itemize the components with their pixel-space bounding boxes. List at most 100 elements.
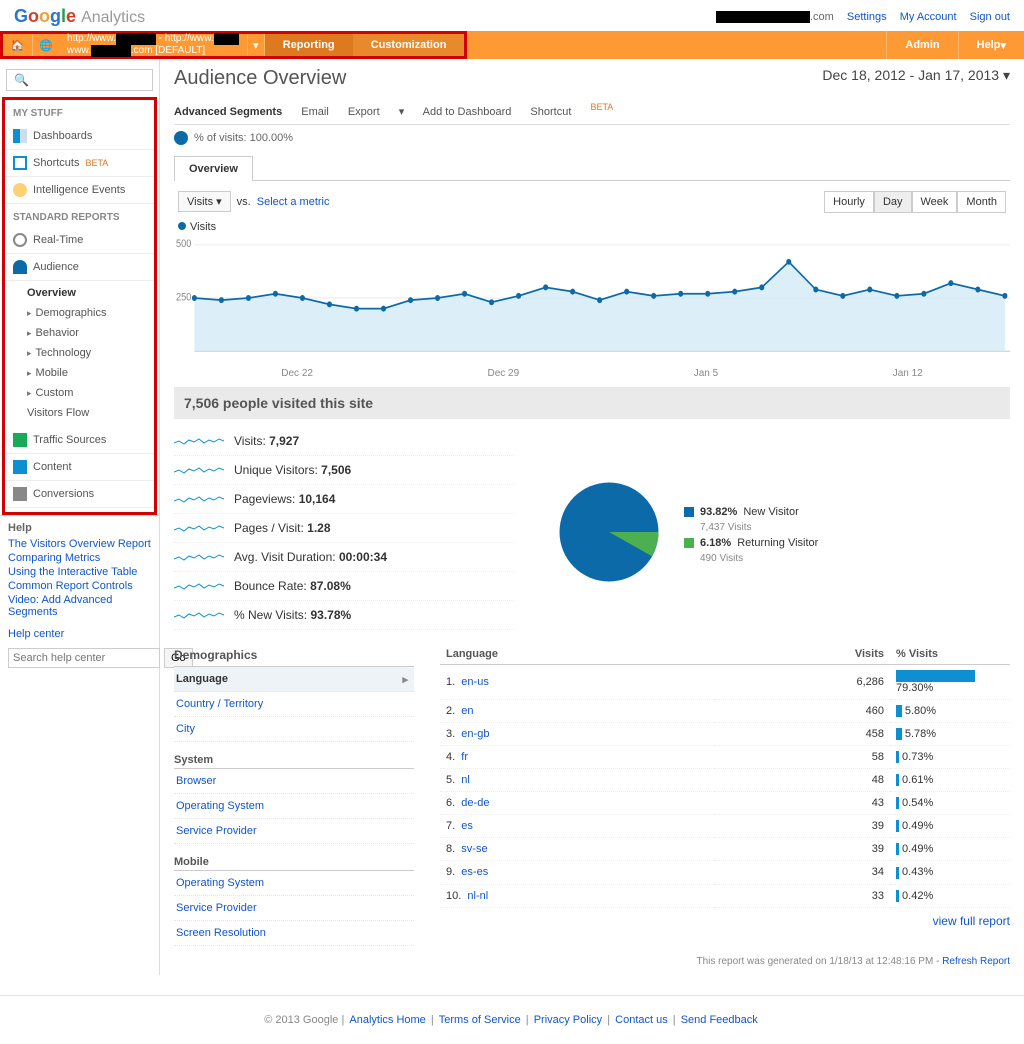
sub-overview[interactable]: Overview (5, 283, 154, 303)
sidebar-item-content[interactable]: Content (5, 454, 154, 481)
my-stuff-header: MY STUFF (5, 100, 154, 123)
sidebar-item-traffic[interactable]: Traffic Sources (5, 427, 154, 454)
date-range-picker[interactable]: Dec 18, 2012 - Jan 17, 2013 ▾ (822, 67, 1010, 84)
export-button[interactable]: Export ▾ (348, 106, 404, 118)
time-hourly[interactable]: Hourly (824, 191, 874, 213)
dim-mobile-sp[interactable]: Service Provider (174, 896, 414, 921)
shortcut-button[interactable]: Shortcut BETA (530, 106, 629, 118)
table-row[interactable]: 3. en-gb458 5.78% (440, 722, 1010, 745)
email-button[interactable]: Email (301, 106, 329, 118)
help-search-input[interactable] (8, 648, 160, 668)
footer-link[interactable]: Contact us (615, 1014, 668, 1026)
summary-text: 7,506 people visited this site (174, 387, 1010, 419)
dim-browser[interactable]: Browser (174, 769, 414, 794)
settings-link[interactable]: Settings (847, 11, 887, 23)
sign-out-link[interactable]: Sign out (970, 11, 1010, 23)
account-links: xxxxx@xxxxxxxxxx.com Settings My Account… (716, 11, 1010, 23)
help-center-link[interactable]: Help center (8, 628, 151, 640)
metric-item: Visits: 7,927 (174, 427, 514, 456)
home-icon[interactable]: 🏠 (3, 34, 33, 56)
visitor-pie-chart[interactable] (554, 477, 664, 590)
bulb-icon (13, 183, 27, 197)
help-link[interactable]: Using the Interactive Table (8, 566, 151, 578)
select-metric-link[interactable]: Select a metric (257, 196, 330, 208)
adv-segments-button[interactable]: Advanced Segments (174, 106, 282, 118)
help-link[interactable]: Comparing Metrics (8, 552, 151, 564)
sidebar-item-conversions[interactable]: Conversions (5, 481, 154, 508)
redacted-email: xxxxx@xxxxxxxxxx (716, 11, 810, 23)
traffic-icon (13, 433, 27, 447)
visits-chart[interactable]: 500 250 (174, 233, 1010, 366)
search-icon: 🔍 (14, 73, 29, 87)
footer-link[interactable]: Analytics Home (349, 1014, 425, 1026)
property-breadcrumb[interactable]: http://www.xxxxxxxx - http://www.xxxxx w… (59, 34, 247, 56)
time-month[interactable]: Month (957, 191, 1006, 213)
sidebar-item-realtime[interactable]: Real-Time (5, 227, 154, 254)
globe-icon[interactable]: 🌐 (33, 34, 59, 56)
visits-pct-label: % of visits: 100.00% (194, 132, 293, 144)
dim-country[interactable]: Country / Territory (174, 692, 414, 717)
table-row[interactable]: 1. en-us6,286 79.30% (440, 664, 1010, 699)
svg-text:500: 500 (176, 238, 192, 250)
audience-icon (13, 260, 27, 274)
table-row[interactable]: 10. nl-nl33 0.42% (440, 884, 1010, 907)
dashboards-icon (13, 129, 27, 143)
sub-visitors-flow[interactable]: Visitors Flow (5, 403, 154, 423)
dim-mobile-os[interactable]: Operating System (174, 871, 414, 896)
tab-reporting[interactable]: Reporting (265, 34, 353, 56)
admin-button[interactable]: Admin (886, 31, 957, 59)
svg-text:250: 250 (176, 291, 192, 303)
refresh-report-link[interactable]: Refresh Report (942, 956, 1010, 967)
metric-item: Pages / Visit: 1.28 (174, 514, 514, 543)
dim-language[interactable]: Language (174, 667, 414, 692)
logo-analytics: Analytics (81, 9, 145, 26)
legend-dot-icon (178, 222, 186, 230)
property-dropdown-icon[interactable]: ▾ (247, 34, 265, 56)
sub-behavior[interactable]: Behavior (5, 323, 154, 343)
view-full-report-link[interactable]: view full report (933, 914, 1010, 928)
new-visitor-swatch (684, 507, 694, 517)
help-link[interactable]: Common Report Controls (8, 580, 151, 592)
time-day[interactable]: Day (874, 191, 912, 213)
table-row[interactable]: 9. es-es34 0.43% (440, 861, 1010, 884)
sidebar-item-intelligence[interactable]: Intelligence Events (5, 177, 154, 204)
segment-dot-icon (174, 131, 188, 145)
dim-city[interactable]: City (174, 717, 414, 742)
table-row[interactable]: 2. en460 5.80% (440, 699, 1010, 722)
sub-mobile[interactable]: Mobile (5, 363, 154, 383)
dim-screen-res[interactable]: Screen Resolution (174, 921, 414, 946)
my-account-link[interactable]: My Account (900, 11, 957, 23)
help-link[interactable]: The Visitors Overview Report (8, 538, 151, 550)
time-week[interactable]: Week (912, 191, 958, 213)
report-toolbar: Advanced Segments Email Export ▾ Add to … (174, 96, 1010, 125)
table-row[interactable]: 7. es39 0.49% (440, 815, 1010, 838)
table-row[interactable]: 6. de-de43 0.54% (440, 792, 1010, 815)
tab-overview[interactable]: Overview (174, 156, 253, 181)
content-icon (13, 460, 27, 474)
sidebar-item-audience[interactable]: Audience (5, 254, 154, 281)
sub-technology[interactable]: Technology (5, 343, 154, 363)
page-title: Audience Overview (174, 67, 346, 90)
add-dashboard-button[interactable]: Add to Dashboard (423, 106, 512, 118)
clock-icon (13, 233, 27, 247)
footer-link[interactable]: Terms of Service (439, 1014, 521, 1026)
help-link[interactable]: Video: Add Advanced Segments (8, 594, 151, 618)
help-button[interactable]: Help ▾ (958, 31, 1024, 59)
table-row[interactable]: 5. nl48 0.61% (440, 769, 1010, 792)
logo[interactable]: Google Analytics (14, 6, 145, 27)
standard-reports-header: STANDARD REPORTS (5, 204, 154, 227)
footer-link[interactable]: Privacy Policy (534, 1014, 602, 1026)
sub-demographics[interactable]: Demographics (5, 303, 154, 323)
legend-label: Visits (190, 221, 216, 233)
dim-os[interactable]: Operating System (174, 794, 414, 819)
dim-sp[interactable]: Service Provider (174, 819, 414, 844)
footer-link[interactable]: Send Feedback (681, 1014, 758, 1026)
tab-customization[interactable]: Customization (353, 34, 465, 56)
table-row[interactable]: 8. sv-se39 0.49% (440, 838, 1010, 861)
demographics-header: Demographics (174, 644, 414, 667)
sidebar-item-dashboards[interactable]: Dashboards (5, 123, 154, 150)
sidebar-item-shortcuts[interactable]: Shortcuts BETA (5, 150, 154, 177)
table-row[interactable]: 4. fr58 0.73% (440, 745, 1010, 768)
sub-custom[interactable]: Custom (5, 383, 154, 403)
metric-selector[interactable]: Visits ▾ (178, 191, 231, 212)
